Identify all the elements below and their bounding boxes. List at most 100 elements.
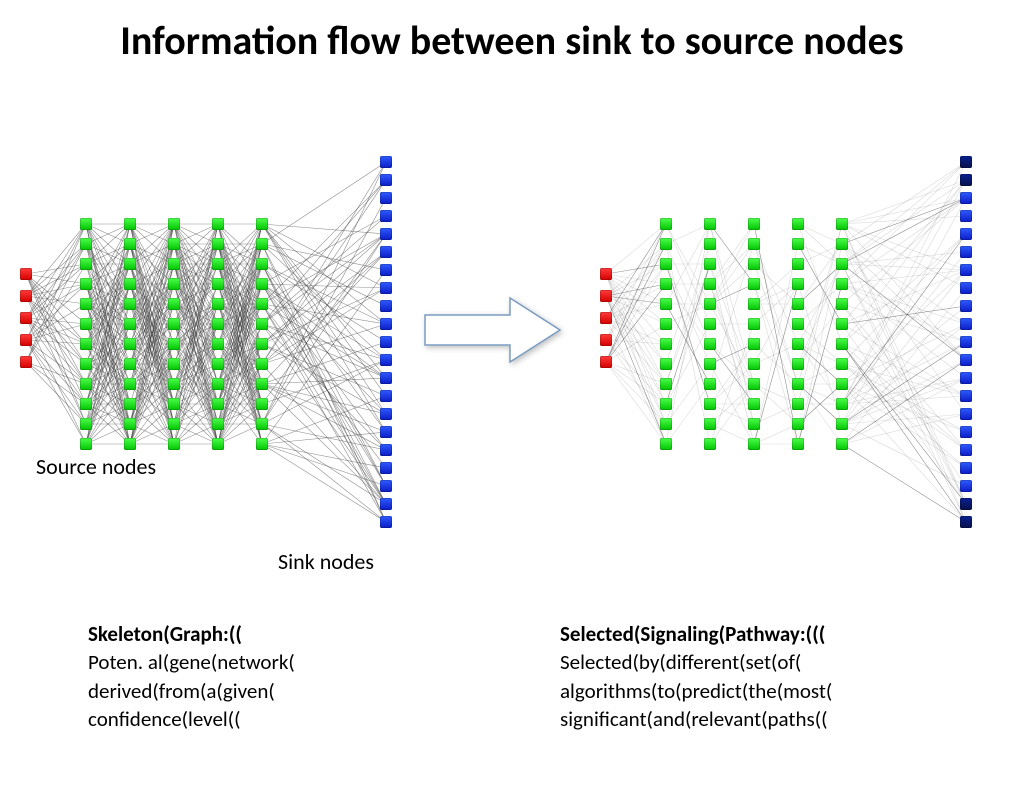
- right-caption: Selected(Signaling(Pathway:((( Selected(…: [560, 620, 980, 733]
- red-node: [600, 334, 612, 346]
- green-node: [80, 218, 92, 230]
- green-node: [660, 278, 672, 290]
- green-node: [704, 338, 716, 350]
- green-node: [256, 278, 268, 290]
- blue-node: [960, 246, 972, 258]
- green-node: [256, 238, 268, 250]
- green-node: [256, 378, 268, 390]
- dblue-node: [960, 156, 972, 168]
- green-node: [748, 218, 760, 230]
- green-node: [168, 378, 180, 390]
- page-title: Information flow between sink to source …: [0, 18, 1024, 64]
- blue-node: [380, 300, 392, 312]
- blue-node: [380, 444, 392, 456]
- blue-node: [960, 282, 972, 294]
- green-node: [748, 298, 760, 310]
- green-node: [212, 378, 224, 390]
- green-node: [168, 318, 180, 330]
- green-node: [748, 278, 760, 290]
- green-node: [836, 438, 848, 450]
- blue-node: [960, 390, 972, 402]
- red-node: [20, 334, 32, 346]
- blue-node: [380, 264, 392, 276]
- dblue-node: [960, 498, 972, 510]
- green-node: [256, 258, 268, 270]
- green-node: [168, 298, 180, 310]
- green-node: [704, 378, 716, 390]
- green-node: [256, 298, 268, 310]
- green-node: [124, 318, 136, 330]
- green-node: [792, 438, 804, 450]
- red-node: [20, 356, 32, 368]
- green-node: [704, 258, 716, 270]
- green-node: [836, 418, 848, 430]
- green-node: [792, 258, 804, 270]
- green-node: [168, 218, 180, 230]
- red-node: [600, 356, 612, 368]
- blue-node: [380, 282, 392, 294]
- green-node: [792, 318, 804, 330]
- green-node: [80, 358, 92, 370]
- red-node: [600, 312, 612, 324]
- green-node: [80, 238, 92, 250]
- green-node: [80, 298, 92, 310]
- green-node: [168, 258, 180, 270]
- green-node: [660, 378, 672, 390]
- green-node: [80, 438, 92, 450]
- green-node: [660, 338, 672, 350]
- green-node: [124, 238, 136, 250]
- green-node: [212, 238, 224, 250]
- green-node: [748, 378, 760, 390]
- blue-node: [380, 336, 392, 348]
- green-node: [704, 318, 716, 330]
- green-node: [168, 398, 180, 410]
- green-node: [792, 238, 804, 250]
- green-node: [124, 278, 136, 290]
- green-node: [212, 298, 224, 310]
- green-node: [124, 338, 136, 350]
- green-node: [704, 418, 716, 430]
- green-node: [836, 398, 848, 410]
- blue-node: [380, 156, 392, 168]
- blue-node: [380, 318, 392, 330]
- green-node: [80, 378, 92, 390]
- green-node: [704, 278, 716, 290]
- green-node: [748, 418, 760, 430]
- green-node: [124, 438, 136, 450]
- blue-node: [380, 174, 392, 186]
- green-node: [704, 398, 716, 410]
- green-node: [80, 258, 92, 270]
- green-node: [168, 438, 180, 450]
- green-node: [212, 258, 224, 270]
- green-node: [212, 418, 224, 430]
- green-node: [212, 218, 224, 230]
- left-caption: Skeleton(Graph:(( Poten. al(gene(network…: [88, 620, 448, 733]
- green-node: [704, 238, 716, 250]
- blue-node: [380, 246, 392, 258]
- blue-node: [960, 210, 972, 222]
- blue-node: [380, 480, 392, 492]
- green-node: [212, 318, 224, 330]
- dblue-node: [960, 174, 972, 186]
- red-node: [20, 268, 32, 280]
- blue-node: [380, 354, 392, 366]
- green-node: [748, 398, 760, 410]
- green-node: [168, 278, 180, 290]
- blue-node: [960, 318, 972, 330]
- green-node: [80, 418, 92, 430]
- green-node: [80, 278, 92, 290]
- blue-node: [380, 408, 392, 420]
- green-node: [660, 298, 672, 310]
- green-node: [836, 378, 848, 390]
- green-node: [256, 438, 268, 450]
- green-node: [660, 418, 672, 430]
- green-node: [792, 418, 804, 430]
- blue-node: [960, 336, 972, 348]
- blue-node: [960, 354, 972, 366]
- green-node: [124, 358, 136, 370]
- red-node: [600, 268, 612, 280]
- green-node: [748, 438, 760, 450]
- left-caption-title: Skeleton(Graph:((: [88, 621, 242, 647]
- green-node: [660, 238, 672, 250]
- green-node: [80, 338, 92, 350]
